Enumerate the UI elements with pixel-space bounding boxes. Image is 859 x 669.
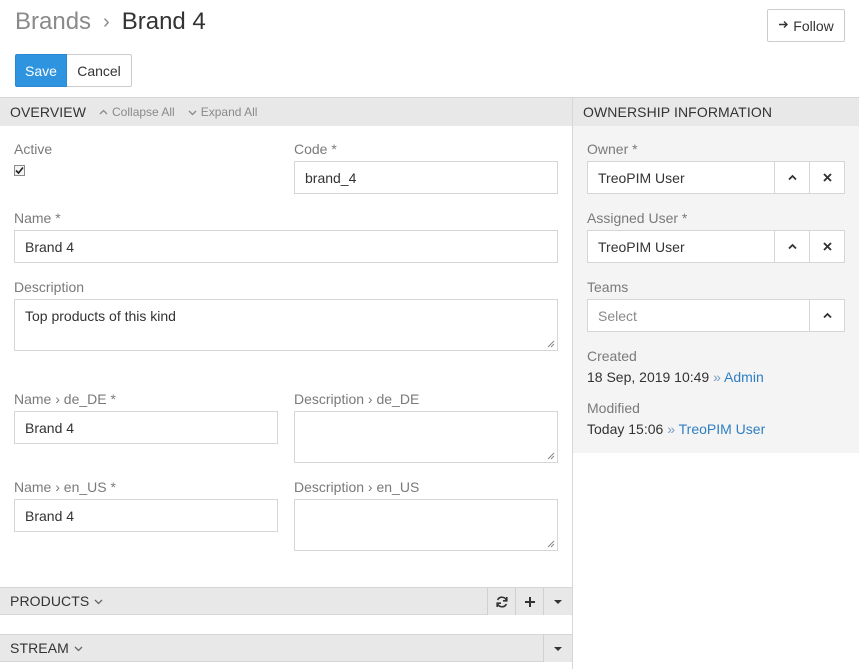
products-title: PRODUCTS <box>10 593 90 609</box>
close-icon <box>822 242 832 251</box>
chevron-down-icon <box>188 110 197 115</box>
description-label: Description <box>14 279 85 295</box>
cancel-button[interactable]: Cancel <box>67 54 132 87</box>
teams-label: Teams <box>587 279 629 295</box>
assigned-user-select-button[interactable] <box>774 231 809 262</box>
breadcrumb-separator: › <box>103 11 110 33</box>
assigned-user-value[interactable]: TreoPIM User <box>588 231 774 262</box>
description-textarea[interactable]: Top products of this kind <box>14 299 558 351</box>
name-input[interactable]: Brand 4 <box>14 230 558 263</box>
expand-all-label: Expand All <box>200 105 258 119</box>
refresh-button[interactable] <box>487 588 515 615</box>
teams-field: Select <box>587 299 845 332</box>
caret-down-icon <box>553 646 562 651</box>
overview-panel-header: OVERVIEW Collapse All Expand All <box>0 97 572 126</box>
add-product-button[interactable] <box>515 588 543 615</box>
owner-value[interactable]: TreoPIM User <box>588 162 774 193</box>
code-label: Code * <box>294 141 337 157</box>
created-separator: » <box>713 369 721 385</box>
modified-label: Modified <box>587 400 640 416</box>
ownership-title: OWNERSHIP INFORMATION <box>583 104 773 120</box>
chevron-up-icon <box>787 174 797 181</box>
resize-handle-icon[interactable] <box>547 340 555 348</box>
collapse-all-button[interactable]: Collapse All <box>98 105 175 119</box>
chevron-down-icon <box>74 646 83 651</box>
owner-label: Owner * <box>587 141 638 157</box>
page-title: Brand 4 <box>121 8 206 35</box>
stream-panel-header[interactable]: STREAM <box>0 634 572 662</box>
owner-clear-button[interactable] <box>809 162 844 193</box>
teams-input[interactable]: Select <box>588 300 809 331</box>
created-by-link[interactable]: Admin <box>724 369 764 385</box>
description-en-label: Description › en_US <box>294 479 420 495</box>
modified-value: Today 15:06 » TreoPIM User <box>587 421 765 437</box>
active-checkbox[interactable] <box>14 165 25 176</box>
code-input[interactable]: brand_4 <box>294 161 558 194</box>
record-actions: Save Cancel <box>15 54 132 87</box>
chevron-up-icon <box>99 109 108 114</box>
teams-select-button[interactable] <box>809 300 844 331</box>
active-label: Active <box>14 141 53 157</box>
modified-by-link[interactable]: TreoPIM User <box>679 421 766 437</box>
breadcrumb-brands-link[interactable]: Brands <box>15 8 91 35</box>
created-date: 18 Sep, 2019 10:49 <box>587 369 710 385</box>
assigned-user-field: TreoPIM User <box>587 230 845 263</box>
chevron-up-icon <box>822 312 832 319</box>
description-en-textarea[interactable] <box>294 499 558 551</box>
created-value: 18 Sep, 2019 10:49 » Admin <box>587 369 764 385</box>
caret-down-icon <box>553 599 562 604</box>
name-en-input[interactable]: Brand 4 <box>14 499 278 532</box>
description-de-label: Description › de_DE <box>294 391 420 407</box>
assigned-user-clear-button[interactable] <box>809 231 844 262</box>
close-icon <box>822 173 832 182</box>
stream-title: STREAM <box>10 640 69 656</box>
expand-all-button[interactable]: Expand All <box>187 105 258 119</box>
ownership-panel-header: OWNERSHIP INFORMATION <box>573 97 859 126</box>
assigned-user-label: Assigned User * <box>587 210 688 226</box>
plus-icon <box>524 596 535 607</box>
name-label: Name * <box>14 210 61 226</box>
name-en-label: Name › en_US * <box>14 479 116 495</box>
resize-handle-icon[interactable] <box>547 452 555 460</box>
description-text: Top products of this kind <box>25 308 176 324</box>
chevron-down-icon <box>94 599 103 604</box>
follow-button[interactable]: Follow <box>767 9 845 42</box>
owner-field: TreoPIM User <box>587 161 845 194</box>
arrow-right-icon <box>778 18 789 33</box>
resize-handle-icon[interactable] <box>547 540 555 548</box>
stream-menu-button[interactable] <box>543 635 571 662</box>
description-de-textarea[interactable] <box>294 411 558 463</box>
owner-select-button[interactable] <box>774 162 809 193</box>
checkmark-icon <box>15 166 24 175</box>
save-button[interactable]: Save <box>15 54 67 87</box>
created-label: Created <box>587 348 637 364</box>
modified-date: Today 15:06 <box>587 421 664 437</box>
modified-separator: » <box>667 421 675 437</box>
overview-title: OVERVIEW <box>10 104 87 120</box>
products-actions <box>487 588 571 615</box>
name-de-input[interactable]: Brand 4 <box>14 411 278 444</box>
follow-label: Follow <box>793 17 834 34</box>
collapse-all-label: Collapse All <box>112 105 175 119</box>
breadcrumb: Brands › Brand 4 <box>15 6 206 38</box>
stream-actions <box>543 635 571 662</box>
chevron-up-icon <box>787 243 797 250</box>
refresh-icon <box>495 595 508 608</box>
products-menu-button[interactable] <box>543 588 571 615</box>
name-de-label: Name › de_DE * <box>14 391 116 407</box>
